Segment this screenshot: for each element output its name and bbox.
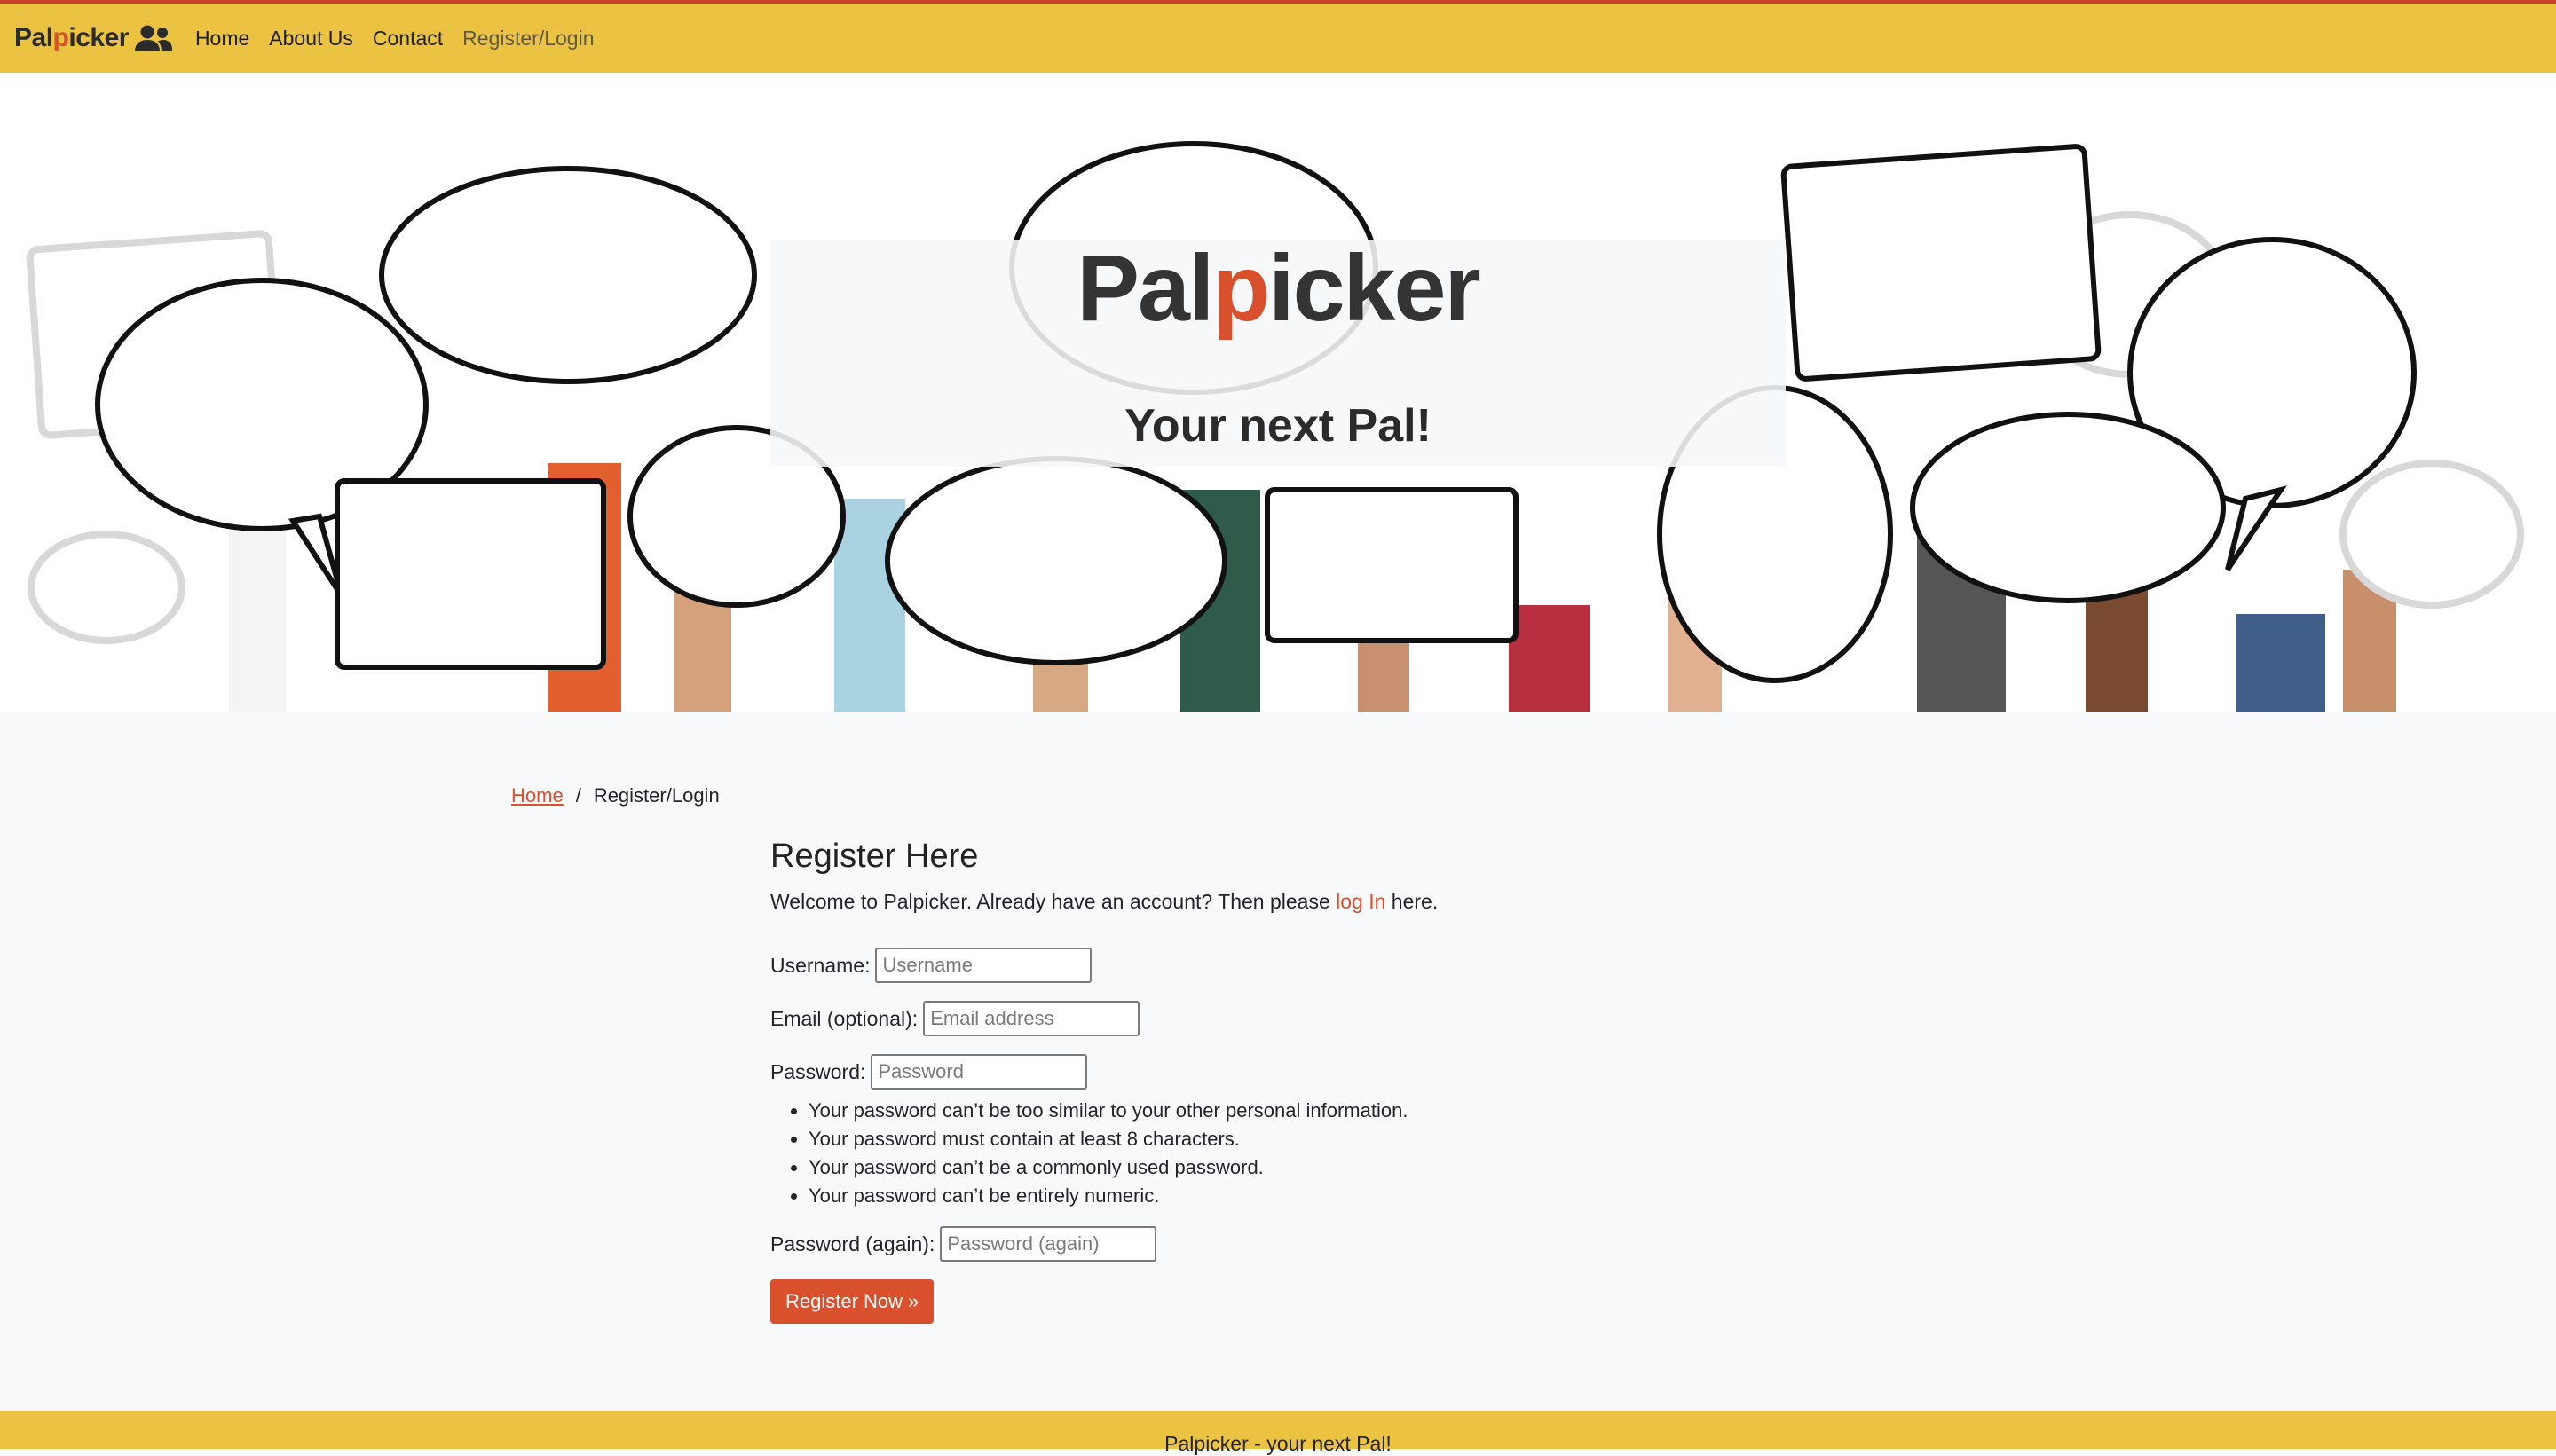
register-section: Register Here Welcome to Palpicker. Alre… — [770, 838, 1835, 1324]
users-icon — [134, 25, 172, 51]
password-again-input[interactable] — [940, 1226, 1157, 1262]
nav-contact[interactable]: Contact — [373, 27, 443, 51]
username-input[interactable] — [875, 948, 1093, 983]
brand-logo-link[interactable]: Palpicker — [14, 23, 173, 53]
username-row: Username: — [770, 948, 1835, 983]
email-row: Email (optional): — [770, 1001, 1835, 1036]
nav-about-us[interactable]: About Us — [269, 27, 353, 51]
hero-subtitle: Your next Pal! — [1124, 400, 1432, 452]
top-navbar: Palpicker Home About Us Contact Register… — [0, 0, 2556, 73]
password-input[interactable] — [871, 1054, 1088, 1090]
password-again-row: Password (again): — [770, 1226, 1835, 1262]
nav-links: Home About Us Contact Register/Login — [185, 27, 604, 51]
nav-home[interactable]: Home — [195, 27, 249, 51]
footer-text: Palpicker - your next Pal! — [1164, 1432, 1392, 1455]
password-again-label: Password (again): — [770, 1232, 935, 1255]
password-rule: Your password can’t be too similar to yo… — [809, 1097, 1835, 1125]
welcome-text: Welcome to Palpicker. Already have an ac… — [770, 890, 1439, 913]
email-label: Email (optional): — [770, 1006, 919, 1030]
login-link[interactable]: log In — [1336, 890, 1385, 913]
brand-name: Palpicker — [14, 23, 129, 52]
password-help-list: Your password can’t be too similar to yo… — [770, 1097, 1835, 1210]
register-form: Username: Email (optional): Password: Yo… — [770, 948, 1835, 1324]
page-title: Register Here — [770, 838, 979, 875]
nav-register-login[interactable]: Register/Login — [462, 27, 594, 51]
email-input[interactable] — [923, 1001, 1140, 1036]
password-label: Password: — [770, 1059, 866, 1083]
hero-banner: Palpicker Your next Pal! — [0, 73, 2556, 712]
register-now-button[interactable]: Register Now » — [770, 1279, 935, 1324]
password-rule: Your password must contain at least 8 ch… — [809, 1125, 1835, 1153]
footer: Palpicker - your next Pal! — [0, 1411, 2556, 1455]
breadcrumb-home-link[interactable]: Home — [511, 784, 564, 807]
breadcrumb-separator: / — [575, 784, 581, 807]
password-row: Password: — [770, 1054, 1835, 1090]
breadcrumb-current: Register/Login — [593, 784, 720, 807]
password-rule: Your password can’t be entirely numeric. — [809, 1182, 1835, 1210]
breadcrumb: Home / Register/Login — [511, 784, 720, 807]
hero-title: Palpicker — [1077, 236, 1480, 341]
username-label: Username: — [770, 953, 871, 977]
password-rule: Your password can’t be a commonly used p… — [809, 1153, 1835, 1182]
